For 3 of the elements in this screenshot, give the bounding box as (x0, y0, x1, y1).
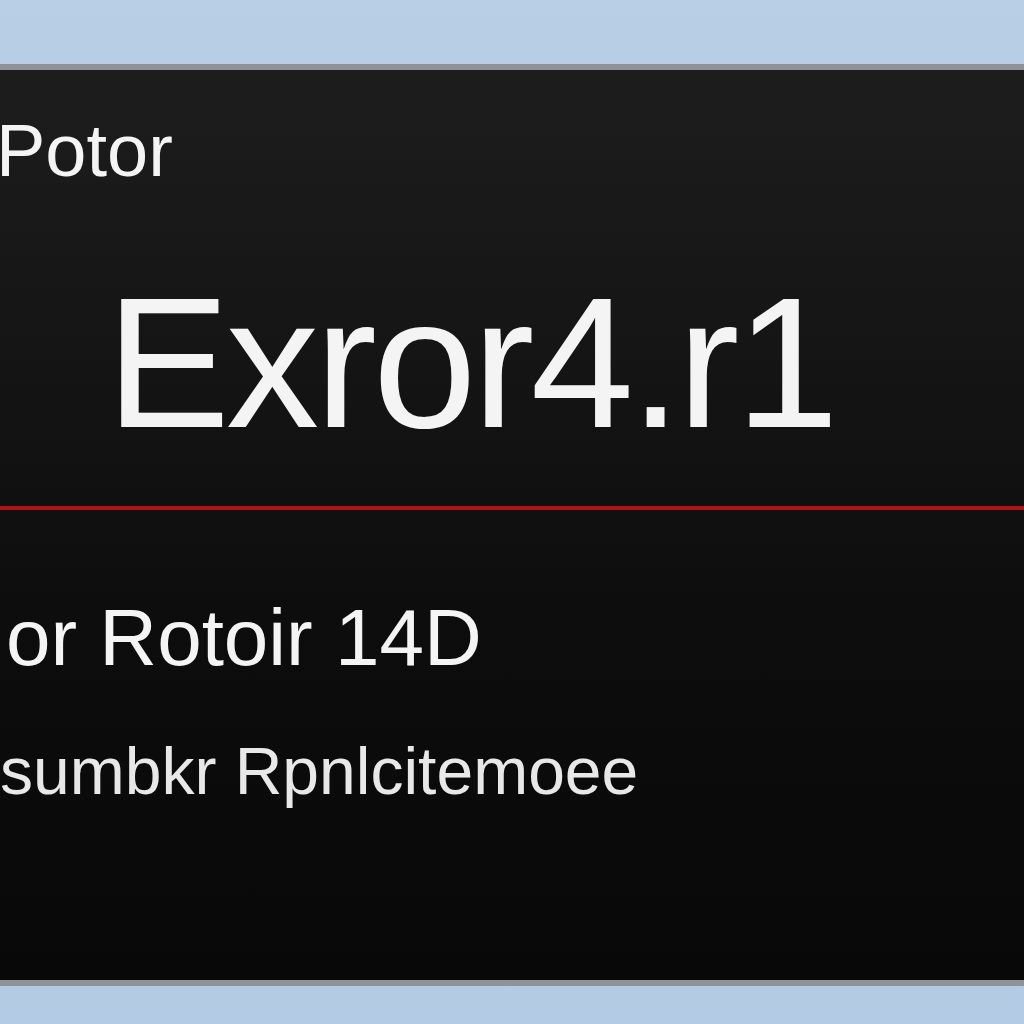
error-code: or Rotoir 14D (6, 598, 483, 678)
screen-title: Potor (0, 114, 174, 188)
error-headline: Exror4.r1 (106, 270, 836, 456)
